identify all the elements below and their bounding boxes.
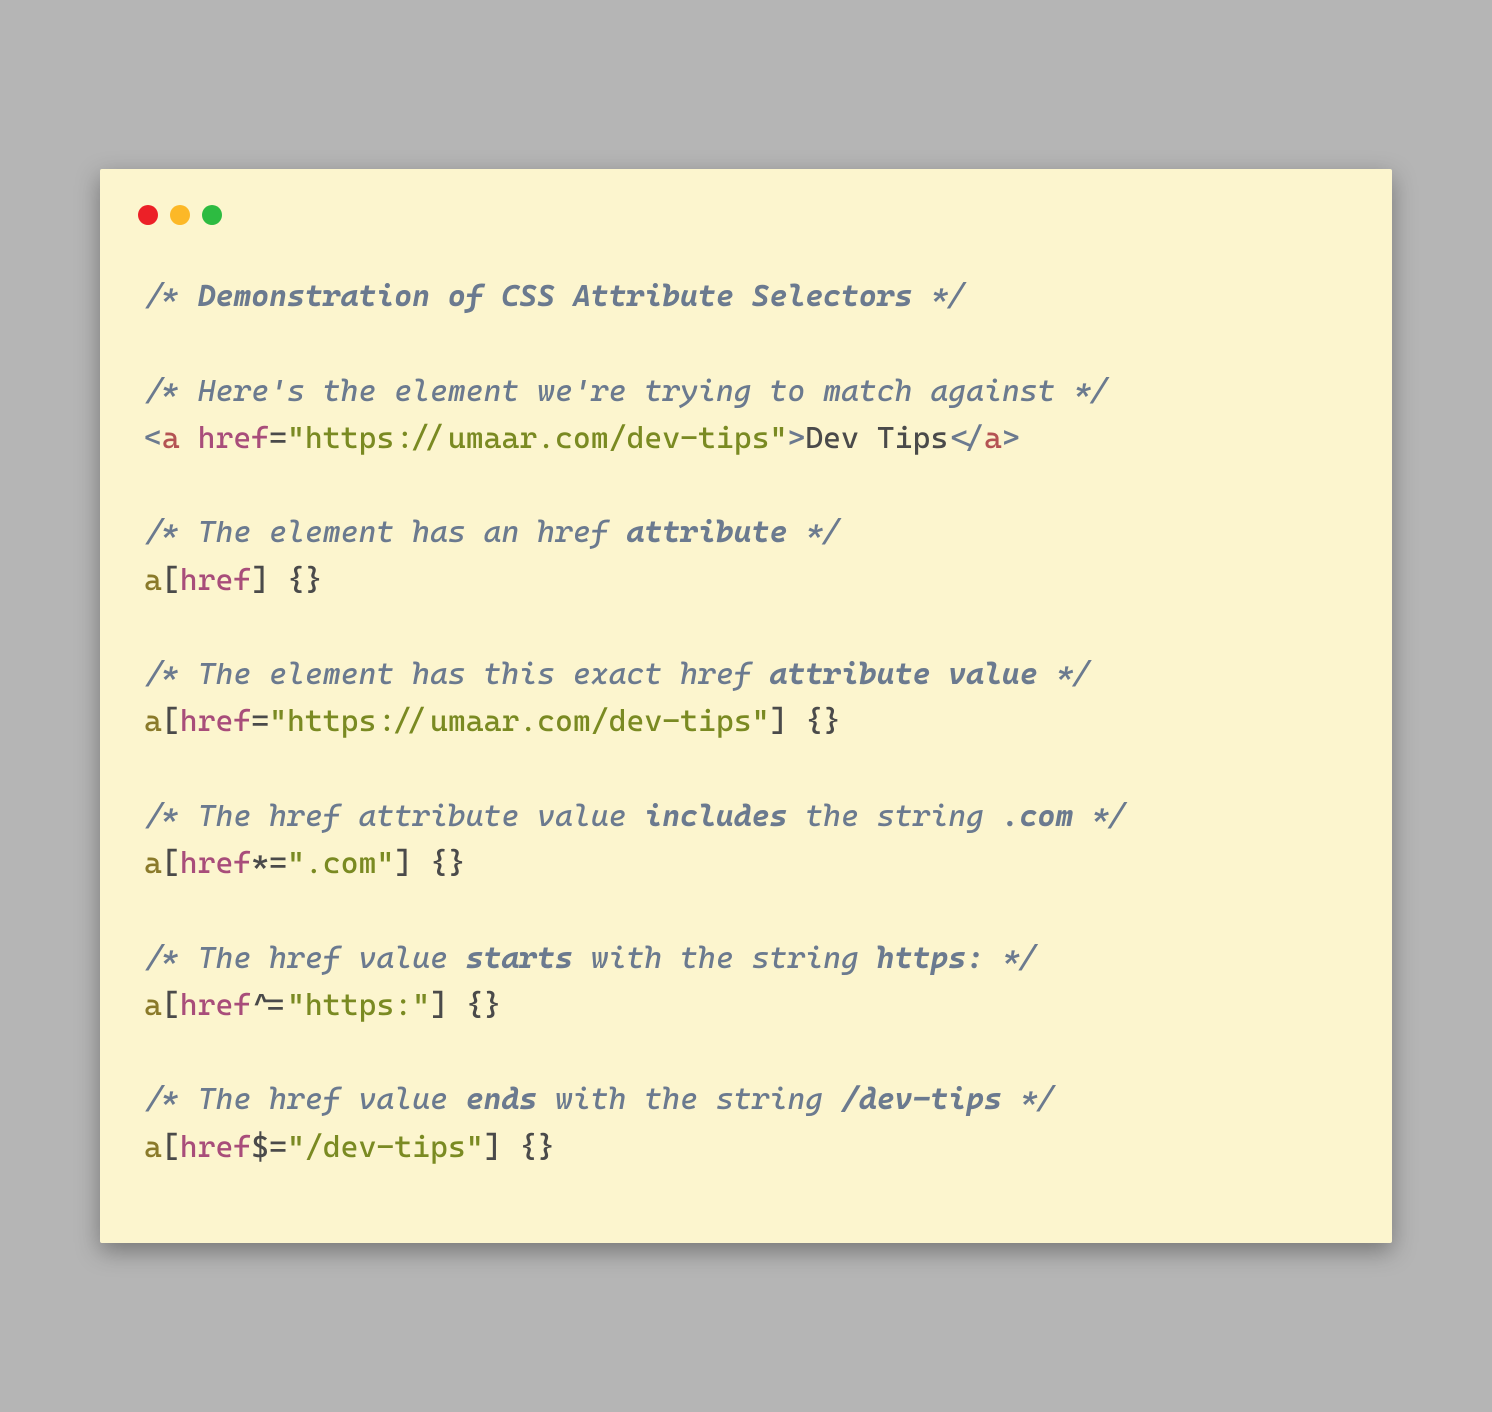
comment-ends-with: /* The href value ends with the string /… xyxy=(144,1082,1055,1117)
window-traffic-lights xyxy=(138,205,1348,225)
maximize-icon[interactable] xyxy=(202,205,222,225)
comment-has-attribute: /* The element has an href attribute */ xyxy=(144,515,841,550)
close-icon[interactable] xyxy=(138,205,158,225)
comment-includes: /* The href attribute value includes the… xyxy=(144,799,1127,834)
comment-example: /* Here's the element we're trying to ma… xyxy=(144,374,1109,409)
comment-exact-value: /* The element has this exact href attri… xyxy=(144,657,1091,692)
code-window: /* Demonstration of CSS Attribute Select… xyxy=(100,169,1392,1243)
selector-exact-value: a[href="https://umaar.com/dev-tips"] {} xyxy=(144,704,841,739)
comment-starts-with: /* The href value starts with the string… xyxy=(144,941,1038,976)
code-block: /* Demonstration of CSS Attribute Select… xyxy=(144,273,1348,1171)
selector-ends-with: a[href$="/dev-tips"] {} xyxy=(144,1130,555,1165)
html-example: <a href="https://umaar.com/dev-tips">Dev… xyxy=(144,421,1020,456)
selector-has-attribute: a[href] {} xyxy=(144,563,323,598)
minimize-icon[interactable] xyxy=(170,205,190,225)
comment-title: /* Demonstration of CSS Attribute Select… xyxy=(144,279,966,314)
selector-includes: a[href*=".com"] {} xyxy=(144,846,466,881)
selector-starts-with: a[href^="https:"] {} xyxy=(144,988,501,1023)
